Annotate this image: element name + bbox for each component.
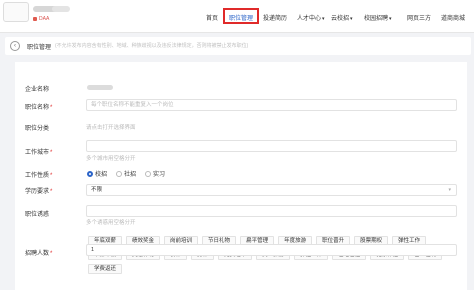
- radio-intern-label: 实习: [153, 172, 166, 178]
- required-mark: *: [50, 251, 53, 257]
- radio-social[interactable]: 社招: [116, 169, 136, 178]
- position-name-label: 职位名称*: [25, 102, 52, 111]
- benefits-input[interactable]: [86, 205, 457, 217]
- chevron-down-icon: ▾: [448, 187, 451, 193]
- logo-tag-text: DAA: [39, 16, 50, 22]
- nav-item-talent-center[interactable]: 人才中心▾: [297, 13, 325, 22]
- benefits-label: 职位诱惑: [25, 212, 50, 218]
- required-mark: *: [50, 150, 53, 156]
- chevron-down-icon: ▾: [322, 16, 325, 22]
- headcount-label: 招聘人数*: [25, 248, 52, 257]
- work-city-input[interactable]: [86, 140, 457, 152]
- radio-campus[interactable]: 校招: [87, 169, 107, 178]
- page-title: 职位管理: [27, 45, 52, 51]
- position-name-label-text: 职位名称: [25, 105, 50, 111]
- company-name-redacted-2: [52, 6, 70, 12]
- work-city-label-text: 工作城市: [25, 150, 50, 156]
- radio-campus-label: 校招: [95, 172, 108, 178]
- top-navigation-bar: DAA 首页 职位管理 投递简历 人才中心▾ 云校招▾ 校园招聘▾ 网页三方 道…: [0, 0, 474, 33]
- required-mark: *: [50, 105, 53, 111]
- work-nature-radio-group: 校招 社招 实习: [87, 169, 165, 178]
- nav-item-talent-center-label: 人才中心: [297, 16, 322, 22]
- education-select[interactable]: 不限 ▾: [86, 184, 457, 196]
- education-label: 学历要求*: [25, 186, 52, 195]
- company-name-label: 企业名称: [25, 87, 50, 93]
- nav-item-cloud-recruit-label: 云校招: [331, 16, 350, 22]
- company-logo[interactable]: [3, 2, 29, 22]
- nav-item-cloud-recruit[interactable]: 云校招▾: [331, 13, 353, 22]
- position-category-picker[interactable]: 请点击打开选择界面: [86, 123, 136, 131]
- nav-item-campus-recruit-label: 校园招聘: [364, 16, 389, 22]
- education-label-text: 学历要求: [25, 189, 50, 195]
- headcount-input[interactable]: 1: [86, 244, 457, 256]
- nav-item-web-third-party[interactable]: 网页三方: [407, 13, 431, 22]
- radio-intern[interactable]: 实习: [145, 169, 165, 178]
- benefits-hint: 多个诱惑用空格分开: [86, 220, 136, 226]
- radio-unchecked-icon: [145, 170, 152, 177]
- work-nature-label: 工作性质*: [25, 170, 52, 179]
- benefit-tag[interactable]: 学费返还: [88, 264, 123, 274]
- radio-unchecked-icon: [116, 170, 123, 177]
- chevron-down-icon: ▾: [350, 16, 353, 22]
- nav-item-resume-delivery[interactable]: 投递简历: [263, 13, 287, 22]
- company-name-value-redacted: [87, 85, 113, 90]
- breadcrumb: ‹ 职位管理 (不允许发布内容含有性别、地域、种族歧视以及违反法律规定，否则将被…: [5, 37, 471, 55]
- radio-checked-icon: [87, 170, 93, 177]
- required-mark: *: [50, 173, 53, 179]
- position-form: 企业名称 职位名称* 每个职位名称不能重复入一个岗位 职位分类 请点击打开选择界…: [15, 62, 467, 290]
- headcount-label-text: 招聘人数: [25, 251, 50, 257]
- education-select-value: 不限: [91, 187, 103, 193]
- nav-item-campus-recruit[interactable]: 校园招聘▾: [364, 13, 392, 22]
- work-city-hint: 多个城市用空格分开: [86, 156, 136, 162]
- nav-item-mall[interactable]: 道商商城: [441, 13, 465, 22]
- logo-dot-icon: [33, 17, 37, 21]
- chevron-left-icon[interactable]: ‹: [10, 41, 20, 51]
- work-city-label: 工作城市*: [25, 147, 52, 156]
- radio-social-label: 社招: [124, 172, 137, 178]
- chevron-down-icon: ▾: [389, 16, 392, 22]
- nav-item-home[interactable]: 首页: [206, 13, 218, 22]
- position-name-input[interactable]: 每个职位名称不能重复入一个岗位: [86, 99, 457, 111]
- active-nav-highlight-box: [223, 8, 259, 24]
- required-mark: *: [50, 189, 53, 195]
- page-tip: (不允许发布内容含有性别、地域、种族歧视以及违反法律规定，否则将被禁止发布职位): [55, 43, 249, 49]
- logo-tag: DAA: [33, 16, 49, 22]
- position-category-label: 职位分类: [25, 126, 50, 132]
- work-nature-label-text: 工作性质: [25, 173, 50, 179]
